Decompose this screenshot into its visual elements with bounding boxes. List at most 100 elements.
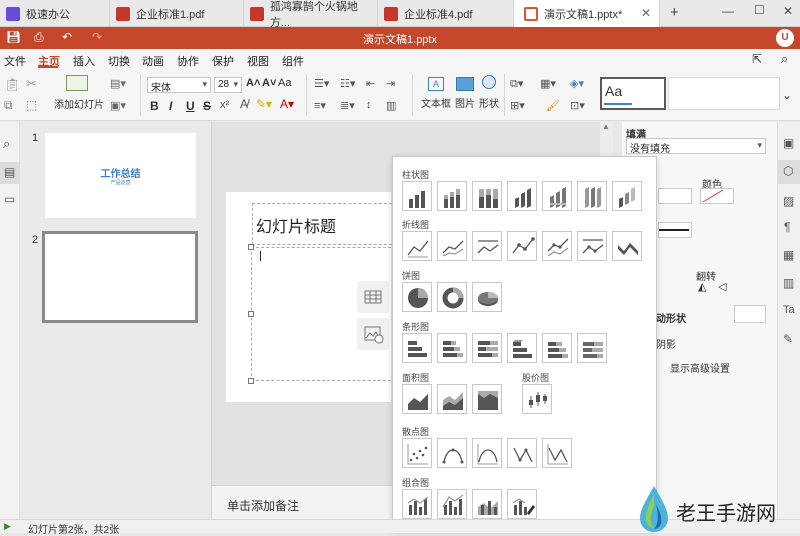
chart-line-3d[interactable] bbox=[612, 231, 642, 261]
slide-thumbnail-2[interactable] bbox=[42, 231, 198, 323]
chart-pie[interactable] bbox=[402, 282, 432, 312]
user-avatar[interactable]: U bbox=[776, 29, 794, 47]
picture-icon[interactable] bbox=[456, 77, 474, 91]
tab-home[interactable]: 极速办公 bbox=[0, 0, 110, 27]
font-color-icon[interactable]: A▾ bbox=[280, 97, 294, 111]
chart-bar-clustered[interactable] bbox=[402, 333, 432, 363]
flip-horizontal-icon[interactable]: ◭ bbox=[698, 280, 706, 293]
chart-settings-icon[interactable]: ▥ bbox=[783, 276, 794, 290]
resize-handle[interactable] bbox=[248, 244, 254, 250]
advanced-settings-link[interactable]: 显示高级设置 bbox=[670, 360, 730, 375]
grow-font-button[interactable]: A˄ bbox=[246, 77, 260, 89]
chart-column-stacked[interactable] bbox=[437, 181, 467, 211]
layout-icon[interactable]: ▤▾ bbox=[110, 77, 126, 90]
flip-vertical-icon[interactable]: ◁ bbox=[718, 280, 726, 293]
font-name-select[interactable]: 宋体 bbox=[147, 77, 211, 94]
new-tab-icon[interactable]: + bbox=[670, 4, 679, 21]
align-left-icon[interactable]: ≡▾ bbox=[314, 99, 326, 112]
chart-line-percent-markers[interactable] bbox=[577, 231, 607, 261]
menu-animation[interactable]: 动画 bbox=[142, 53, 164, 69]
select-icon[interactable]: ⬚ bbox=[26, 98, 37, 112]
chart-bar-3d-percent[interactable] bbox=[577, 333, 607, 363]
menu-file[interactable]: 文件 bbox=[4, 53, 26, 69]
slide-menu-icon[interactable]: ▣▾ bbox=[110, 99, 126, 112]
insert-table-icon[interactable] bbox=[357, 281, 389, 313]
minimize-icon[interactable]: — bbox=[722, 4, 734, 18]
menu-components[interactable]: 组件 bbox=[282, 53, 304, 69]
paragraph-icon[interactable]: ¶ bbox=[784, 220, 790, 234]
underline-button[interactable]: U bbox=[186, 99, 195, 113]
line-width-select[interactable] bbox=[658, 188, 692, 204]
chart-scatter-smooth[interactable] bbox=[472, 438, 502, 468]
table-settings-icon[interactable]: ▦ bbox=[783, 248, 794, 262]
strikethrough-button[interactable]: S bbox=[203, 99, 211, 113]
chart-line-markers[interactable] bbox=[507, 231, 537, 261]
paste-icon[interactable]: 📋︎ bbox=[4, 77, 21, 93]
chart-column-3d[interactable] bbox=[612, 181, 642, 211]
chart-scatter-straight[interactable] bbox=[542, 438, 572, 468]
highlight-icon[interactable]: ✎▾ bbox=[256, 97, 272, 111]
align-objects-icon[interactable]: ⊞▾ bbox=[510, 99, 525, 112]
outdent-icon[interactable]: ⇥ bbox=[386, 77, 395, 90]
line-spacing-icon[interactable]: ↕ bbox=[366, 99, 372, 111]
chart-area-percent[interactable] bbox=[472, 384, 502, 414]
close-window-icon[interactable]: ✕ bbox=[783, 4, 793, 18]
chart-doughnut[interactable] bbox=[437, 282, 467, 312]
scroll-up-icon[interactable]: ▲ bbox=[602, 122, 610, 131]
arrange-icon[interactable]: ⧉▾ bbox=[510, 77, 523, 91]
indent-icon[interactable]: ⇤ bbox=[366, 77, 375, 90]
content-placeholder[interactable] bbox=[251, 247, 396, 381]
chart-scatter-straight-markers[interactable] bbox=[507, 438, 537, 468]
picture-button[interactable]: 图片 bbox=[455, 95, 475, 110]
notes-pane[interactable]: 单击添加备注 bbox=[212, 485, 397, 519]
chart-bar-stacked[interactable] bbox=[437, 333, 467, 363]
numbered-list-icon[interactable]: ☷▾ bbox=[340, 77, 355, 90]
chart-line-stacked[interactable] bbox=[437, 231, 467, 261]
change-case-button[interactable]: Aa bbox=[278, 77, 291, 89]
slideshow-icon[interactable]: ▶ bbox=[4, 521, 11, 532]
cut-icon[interactable]: ✂ bbox=[26, 76, 37, 92]
signature-icon[interactable]: ✎ bbox=[783, 332, 793, 346]
chart-column-3d-percent[interactable] bbox=[577, 181, 607, 211]
slide-thumbnail-1[interactable]: 工作总结 产品运营 bbox=[45, 133, 196, 218]
notes-placeholder[interactable]: 单击添加备注 bbox=[227, 497, 299, 514]
align-center-icon[interactable]: ≣▾ bbox=[340, 99, 355, 112]
fill-select[interactable]: 没有填充 bbox=[626, 138, 766, 155]
chart-combo-custom[interactable] bbox=[507, 489, 537, 519]
copy-icon[interactable]: ⧉ bbox=[4, 98, 13, 113]
chart-area-stacked[interactable] bbox=[437, 384, 467, 414]
bullet-list-icon[interactable]: ☰▾ bbox=[314, 77, 329, 90]
line-color-picker[interactable] bbox=[700, 188, 734, 204]
textbox-icon[interactable]: A bbox=[428, 77, 444, 91]
chart-column-clustered[interactable] bbox=[402, 181, 432, 211]
slide-settings-icon[interactable]: ▣ bbox=[783, 136, 794, 150]
chart-combo-area-column[interactable] bbox=[472, 489, 502, 519]
shape-select[interactable] bbox=[734, 305, 766, 323]
chart-bar-percent[interactable] bbox=[472, 333, 502, 363]
chart-area[interactable] bbox=[402, 384, 432, 414]
chart-scatter-smooth-markers[interactable] bbox=[437, 438, 467, 468]
textart-icon[interactable]: Ta bbox=[783, 304, 795, 316]
resize-handle[interactable] bbox=[248, 378, 254, 384]
chart-bar-3d-clustered[interactable] bbox=[507, 333, 537, 363]
menu-insert[interactable]: 插入 bbox=[73, 53, 95, 69]
text-style-gallery[interactable] bbox=[668, 77, 780, 110]
chart-combo-column-line[interactable] bbox=[402, 489, 432, 519]
chart-combo-secondary-axis[interactable] bbox=[437, 489, 467, 519]
chart-scatter[interactable] bbox=[402, 438, 432, 468]
close-tab-icon[interactable]: ✕ bbox=[641, 6, 651, 20]
select-pane-icon[interactable]: ⊡▾ bbox=[570, 99, 585, 112]
tab-pdf-1[interactable]: 企业标准1.pdf bbox=[110, 0, 244, 27]
line-style-select[interactable] bbox=[658, 222, 692, 238]
group-icon[interactable]: ▦▾ bbox=[540, 77, 556, 90]
menu-collaborate[interactable]: 协作 bbox=[177, 53, 199, 69]
chart-column-3d-clustered[interactable] bbox=[507, 181, 537, 211]
italic-button[interactable]: I bbox=[169, 99, 172, 113]
superscript-icon[interactable]: x² bbox=[220, 99, 229, 111]
shape-button[interactable]: 形状 bbox=[479, 95, 499, 110]
chart-bar-3d-stacked[interactable] bbox=[542, 333, 572, 363]
search-icon[interactable]: ⌕ bbox=[3, 136, 10, 152]
menu-view[interactable]: 视图 bbox=[247, 53, 269, 69]
comment-icon[interactable]: ▭ bbox=[4, 192, 15, 206]
maximize-icon[interactable]: ☐ bbox=[754, 3, 765, 17]
